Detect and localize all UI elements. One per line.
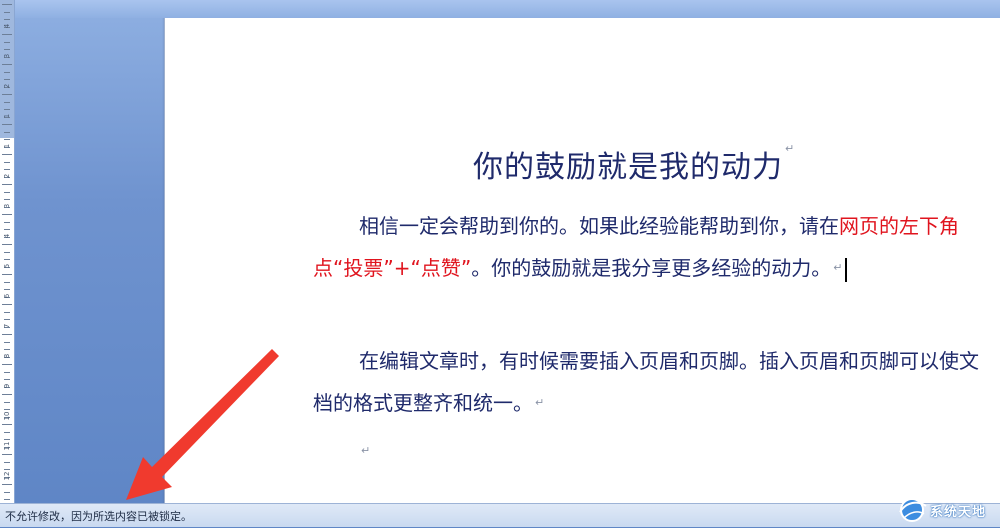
- paragraph-mark: ↵: [361, 444, 371, 457]
- ruler-number: 7: [3, 323, 11, 329]
- ruler-tick: [2, 154, 12, 155]
- ruler-number: 8: [3, 353, 11, 359]
- empty-paragraph[interactable]: ↵: [313, 430, 993, 472]
- paragraph-1-text-b: 。你的鼓励就是我分享更多经验的动力。: [471, 256, 832, 280]
- ruler-number: 4: [3, 23, 11, 29]
- ruler-number: 2: [3, 173, 11, 179]
- ruler-tick: [4, 161, 10, 163]
- ruler-tick: [4, 131, 10, 133]
- ruler-tick: [4, 371, 10, 373]
- text-cursor: [845, 257, 848, 282]
- ruler-number: 2: [3, 83, 11, 89]
- ruler-tick: [4, 71, 10, 73]
- document-title[interactable]: 你的鼓励就是我的动力↵: [473, 142, 795, 186]
- ruler-tick: [2, 364, 12, 365]
- ruler-number: 5: [3, 263, 11, 269]
- ruler-tick: [4, 191, 10, 193]
- ruler-tick: [4, 221, 10, 223]
- paragraph-2-text: 在编辑文章时，有时候需要插入页眉和页脚。插入页眉和页脚可以使文档的格式更整齐和统…: [313, 349, 979, 415]
- document-page[interactable]: 你的鼓励就是我的动力↵ 相信一定会帮助到你的。如果此经验能帮助到你，请在网页的左…: [162, 18, 1000, 503]
- paragraph-mark: ↵: [833, 261, 843, 274]
- vertical-ruler[interactable]: 4 3 2 1 1 2 3 4 5 6 7 8 9 10 11 12: [0, 0, 15, 503]
- ruler-tick: [2, 424, 12, 425]
- ruler-tick: [2, 94, 12, 95]
- ruler-number: 10: [3, 411, 11, 421]
- ruler-tick: [2, 34, 12, 35]
- ruler-tick: [2, 214, 12, 215]
- ruler-number: 1: [3, 143, 11, 149]
- ruler-tick: [4, 341, 10, 343]
- watermark-text: 系统天地: [930, 505, 987, 520]
- ruler-tick: [4, 11, 10, 13]
- ruler-tick: [2, 274, 12, 275]
- globe-logo-icon: [899, 498, 927, 522]
- ruler-number: 6: [3, 293, 11, 299]
- document-workspace: 4 3 2 1 1 2 3 4 5 6 7 8 9 10 11 12 你的鼓励就是我的动力↵ 相信一定会帮助到…: [0, 0, 1000, 503]
- paragraph-1[interactable]: 相信一定会帮助到你的。如果此经验能帮助到你，请在网页的左下角点“投票”+“点赞”…: [313, 205, 993, 289]
- paragraph-2[interactable]: 在编辑文章时，有时候需要插入页眉和页脚。插入页眉和页脚可以使文档的格式更整齐和统…: [313, 340, 993, 424]
- ruler-tick: [4, 431, 10, 433]
- ruler-number: 12: [3, 471, 11, 481]
- document-title-text: 你的鼓励就是我的动力: [473, 150, 783, 185]
- ruler-tick: [4, 101, 10, 103]
- ruler-tick: [4, 461, 10, 463]
- ruler-tick: [2, 304, 12, 305]
- ruler-tick: [4, 281, 10, 283]
- ruler-tick: [4, 499, 10, 500]
- ruler-tick: [4, 491, 10, 493]
- ruler-tick: [2, 4, 12, 5]
- ruler-number: 1: [3, 113, 11, 119]
- ruler-tick: [4, 401, 10, 403]
- paragraph-mark: ↵: [785, 142, 796, 155]
- status-message: 不允许修改，因为所选内容已被锁定。: [5, 510, 192, 523]
- ruler-tick: [2, 124, 12, 125]
- ruler-tick: [4, 251, 10, 253]
- ruler-tick: [2, 184, 12, 185]
- ruler-number: 9: [3, 383, 11, 389]
- ruler-tick: [2, 454, 12, 455]
- ruler-number: 11: [3, 441, 11, 451]
- paragraph-mark: ↵: [535, 396, 545, 409]
- paragraph-1-text-a: 相信一定会帮助到你的。如果此经验能帮助到你，请在: [359, 214, 839, 238]
- ruler-number: 3: [3, 53, 11, 59]
- page-shadow: [162, 18, 165, 503]
- ruler-tick: [2, 394, 12, 395]
- status-bar: 不允许修改，因为所选内容已被锁定。: [0, 503, 1000, 527]
- watermark: 系统天地: [892, 494, 998, 524]
- ruler-number: 3: [3, 203, 11, 209]
- ruler-tick: [2, 244, 12, 245]
- window-top-strip: [0, 0, 1000, 18]
- ruler-tick: [2, 484, 12, 485]
- ruler-number: 4: [3, 233, 11, 239]
- ruler-tick: [2, 64, 12, 65]
- ruler-tick: [4, 311, 10, 313]
- ruler-tick: [4, 41, 10, 43]
- ruler-tick: [2, 334, 12, 335]
